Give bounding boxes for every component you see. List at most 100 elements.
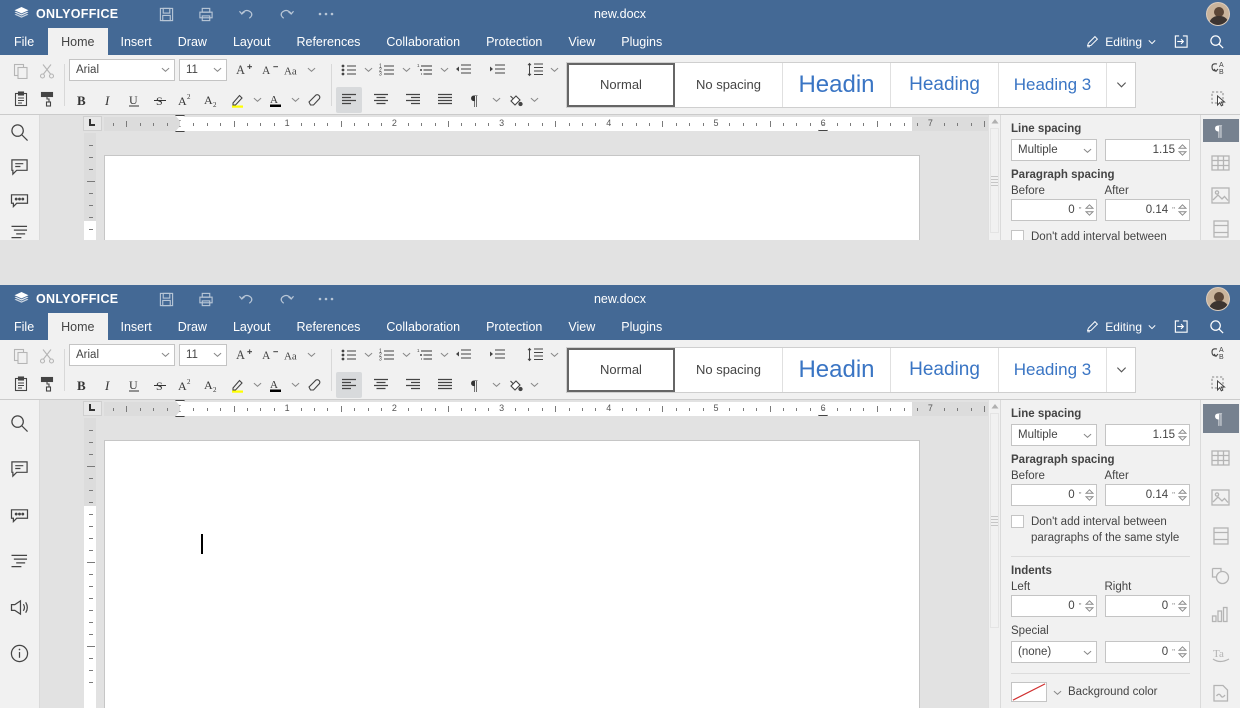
stepper-arrows[interactable]	[1178, 489, 1187, 501]
stepper-arrows[interactable]	[1085, 489, 1094, 501]
background-color-swatch[interactable]	[1011, 682, 1047, 702]
superscript-icon[interactable]: A2	[173, 372, 199, 398]
table-settings-icon[interactable]	[1203, 152, 1239, 175]
table-settings-icon[interactable]	[1203, 443, 1239, 472]
numbering-icon[interactable]: 123	[374, 342, 400, 368]
nonprinting-chars-dropdown[interactable]	[490, 87, 502, 113]
stepper-arrows[interactable]	[1178, 144, 1187, 156]
image-settings-icon[interactable]	[1203, 185, 1239, 208]
print-icon[interactable]	[186, 285, 226, 313]
no-interval-checkbox-row[interactable]: Don't add interval between paragraphs of…	[1011, 229, 1190, 240]
stepper-arrows[interactable]	[1178, 600, 1187, 612]
subscript-icon[interactable]: A2	[199, 372, 225, 398]
menu-tab-plugins[interactable]: Plugins	[608, 313, 675, 340]
spacing-after-stepper[interactable]: 0.14 "	[1105, 199, 1191, 221]
font-color-icon[interactable]: A	[263, 372, 289, 398]
vertical-ruler-bottom[interactable]	[82, 418, 98, 708]
cut-icon[interactable]	[34, 343, 60, 369]
menu-tab-references[interactable]: References	[283, 313, 373, 340]
menu-tab-view[interactable]: View	[555, 313, 608, 340]
menu-tab-draw[interactable]: Draw	[165, 313, 220, 340]
paste-icon[interactable]	[8, 86, 34, 112]
menu-tab-collaboration[interactable]: Collaboration	[373, 28, 473, 55]
align-center-icon[interactable]	[368, 372, 394, 398]
subscript-icon[interactable]: A2	[199, 87, 225, 113]
increase-font-size-icon[interactable]: A	[231, 342, 257, 368]
menu-tab-references[interactable]: References	[283, 28, 373, 55]
stepper-arrows[interactable]	[1178, 429, 1187, 441]
indent-left-stepper[interactable]: 0 "	[1011, 595, 1097, 617]
special-indent-select[interactable]: (none)	[1011, 641, 1097, 663]
style-heading-1[interactable]: Headin	[783, 63, 891, 107]
spacing-after-stepper[interactable]: 0.14 "	[1105, 484, 1191, 506]
numbering-icon[interactable]: 123	[374, 57, 400, 83]
font-size-combo[interactable]: 11	[179, 344, 227, 366]
strikethrough-icon[interactable]: S	[147, 87, 173, 113]
shading-dropdown[interactable]	[528, 87, 540, 113]
edit-mode-button[interactable]: Editing	[1080, 320, 1162, 334]
background-color-dropdown[interactable]	[1053, 688, 1062, 697]
line-spacing-dropdown[interactable]	[548, 57, 560, 83]
shape-settings-icon[interactable]	[1203, 561, 1239, 590]
nonprinting-chars-icon[interactable]: ¶	[464, 372, 490, 398]
bullets-dropdown[interactable]	[362, 57, 374, 83]
no-interval-checkbox-row[interactable]: Don't add interval between paragraphs of…	[1011, 514, 1190, 546]
scroll-up-icon[interactable]	[989, 115, 1000, 127]
comments-icon[interactable]	[5, 454, 35, 484]
text-art-settings-icon[interactable]: Ta	[1203, 640, 1239, 669]
avatar[interactable]	[1206, 287, 1230, 311]
multilevel-list-icon[interactable]: 1	[412, 57, 438, 83]
shading-icon[interactable]	[502, 372, 528, 398]
decrease-font-size-icon[interactable]: A	[257, 342, 283, 368]
header-footer-settings-icon[interactable]	[1203, 522, 1239, 551]
horizontal-ruler-top[interactable]: 1234567	[104, 117, 988, 131]
cut-icon[interactable]	[34, 58, 60, 84]
multilevel-list-icon[interactable]: 1	[412, 342, 438, 368]
superscript-icon[interactable]: A2	[173, 87, 199, 113]
edit-mode-button[interactable]: Editing	[1080, 35, 1162, 49]
format-painter-icon[interactable]	[34, 371, 60, 397]
select-all-icon[interactable]	[1206, 86, 1232, 111]
chat-icon[interactable]	[5, 192, 35, 208]
font-color-dropdown[interactable]	[289, 87, 301, 113]
menu-tab-draw[interactable]: Draw	[165, 28, 220, 55]
feedback-icon[interactable]	[5, 592, 35, 622]
document-canvas-top[interactable]: 1234567	[40, 115, 1000, 240]
tab-stop-selector-top[interactable]	[80, 115, 104, 131]
change-case-dropdown[interactable]	[305, 57, 317, 83]
vertical-scrollbar-top[interactable]	[988, 115, 1000, 240]
font-size-combo[interactable]: 11	[179, 59, 227, 81]
undo-icon[interactable]	[226, 0, 266, 28]
scroll-up-icon[interactable]	[989, 400, 1000, 412]
search-icon[interactable]	[1200, 313, 1234, 340]
more-icon[interactable]	[306, 0, 346, 28]
bullets-icon[interactable]	[336, 342, 362, 368]
style-no-spacing[interactable]: No spacing	[675, 63, 783, 107]
numbering-dropdown[interactable]	[400, 342, 412, 368]
signature-settings-icon[interactable]	[1203, 679, 1239, 708]
align-left-icon[interactable]	[336, 372, 362, 398]
font-color-dropdown[interactable]	[289, 372, 301, 398]
style-heading-1[interactable]: Headin	[783, 348, 891, 392]
menu-tab-home[interactable]: Home	[48, 313, 107, 340]
spacing-before-stepper[interactable]: 0 "	[1011, 199, 1097, 221]
stepper-arrows[interactable]	[1178, 646, 1187, 658]
menu-tab-view[interactable]: View	[555, 28, 608, 55]
font-name-combo[interactable]: Arial	[69, 344, 175, 366]
vertical-ruler-top[interactable]	[82, 133, 98, 240]
highlight-color-icon[interactable]	[225, 372, 251, 398]
bold-icon[interactable]: B	[69, 87, 95, 113]
font-name-combo[interactable]: Arial	[69, 59, 175, 81]
style-normal[interactable]: Normal	[567, 63, 675, 107]
scrollbar-thumb[interactable]	[990, 413, 999, 628]
align-right-icon[interactable]	[400, 372, 426, 398]
style-gallery-expand-button[interactable]	[1107, 348, 1135, 392]
increase-font-size-icon[interactable]: A	[231, 57, 257, 83]
save-icon[interactable]	[146, 0, 186, 28]
style-normal[interactable]: Normal	[567, 348, 675, 392]
numbering-dropdown[interactable]	[400, 57, 412, 83]
menu-tab-plugins[interactable]: Plugins	[608, 28, 675, 55]
spacing-before-stepper[interactable]: 0 "	[1011, 484, 1097, 506]
menu-tab-protection[interactable]: Protection	[473, 313, 555, 340]
menu-tab-file[interactable]: File	[0, 28, 48, 55]
